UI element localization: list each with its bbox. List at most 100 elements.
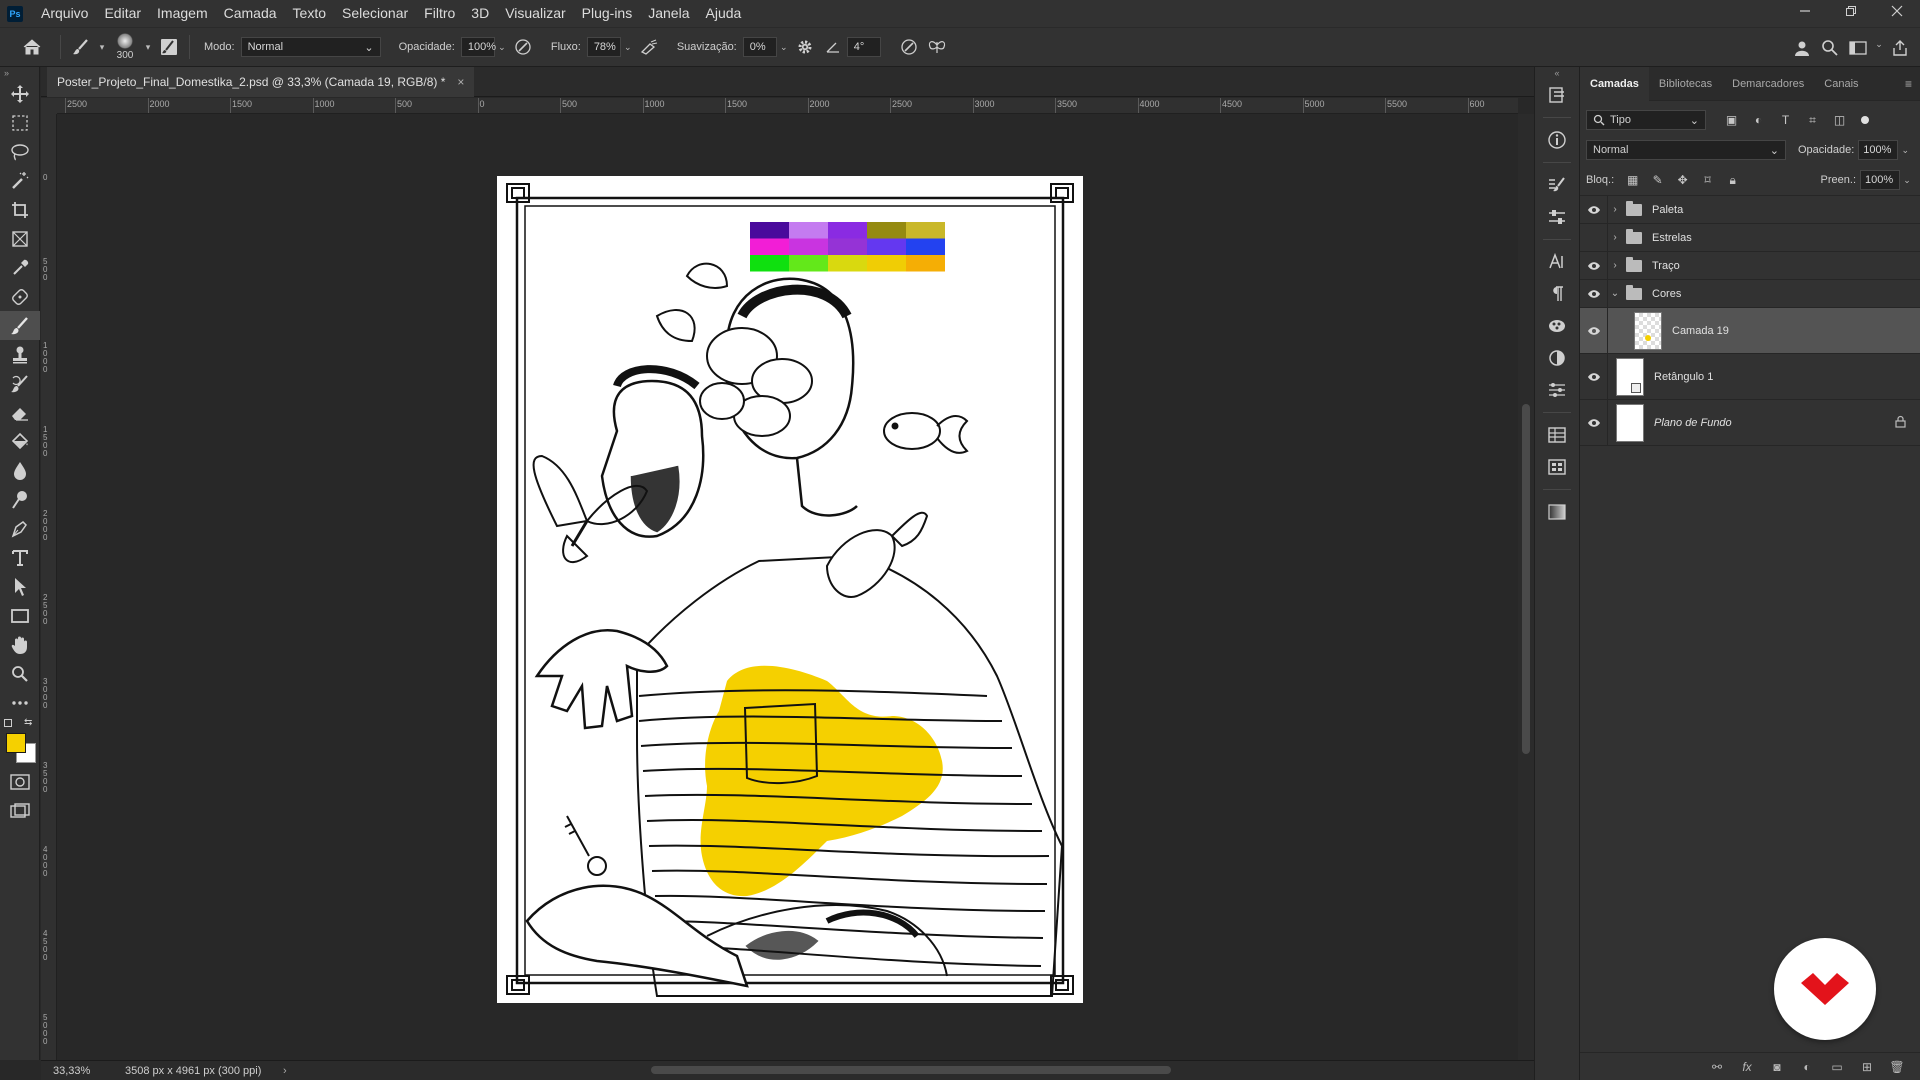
chevron-down-icon[interactable]: ⌄: [1608, 288, 1622, 299]
delete-layer-icon[interactable]: 🗑︎: [1882, 1060, 1912, 1074]
visibility-eye-icon[interactable]: [1580, 280, 1608, 307]
menu-arquivo[interactable]: Arquivo: [33, 0, 96, 27]
filter-toggle-icon[interactable]: [1861, 116, 1869, 124]
eyedropper-tool-icon[interactable]: [0, 253, 40, 282]
character-panel-icon[interactable]: [1535, 246, 1579, 278]
visibility-toggle-off[interactable]: [1580, 224, 1608, 251]
vertical-ruler[interactable]: 0 500 1000 1500 2000 2500 3000 3500 4000 4500 5000: [41, 114, 57, 1060]
menu-camada[interactable]: Camada: [216, 0, 285, 27]
rectangle-tool-icon[interactable]: [0, 601, 40, 630]
menu-selecionar[interactable]: Selecionar: [334, 0, 416, 27]
mode-dropdown[interactable]: Normal ⌄: [240, 37, 381, 57]
opacity-input[interactable]: 100%: [460, 37, 496, 57]
smoothing-input[interactable]: 0%: [742, 37, 777, 57]
chevron-right-icon[interactable]: ›: [1608, 232, 1622, 243]
visibility-eye-icon[interactable]: [1580, 196, 1608, 223]
type-tool-icon[interactable]: [0, 543, 40, 572]
document-tab[interactable]: Poster_Projeto_Final_Domestika_2.psd @ 3…: [47, 67, 475, 97]
close-window-icon[interactable]: [1874, 0, 1920, 22]
layer-row-estrelas[interactable]: › Estrelas: [1580, 224, 1920, 252]
new-layer-icon[interactable]: ⊞: [1852, 1060, 1882, 1074]
lock-artboard-icon[interactable]: ⌑: [1695, 173, 1720, 188]
lasso-tool-icon[interactable]: [0, 137, 40, 166]
paragraph-panel-icon[interactable]: [1535, 278, 1579, 310]
layer-row-traco[interactable]: › Traço: [1580, 252, 1920, 280]
paint-bucket-tool-icon[interactable]: [0, 427, 40, 456]
magic-wand-tool-icon[interactable]: [0, 166, 40, 195]
foreground-color-swatch[interactable]: [6, 733, 26, 753]
layer-filter-dropdown[interactable]: Tipo ⌄: [1586, 110, 1706, 130]
blur-tool-icon[interactable]: [0, 456, 40, 485]
tab-camadas[interactable]: Camadas: [1580, 66, 1649, 101]
lock-image-pixels-icon[interactable]: ✎: [1645, 173, 1670, 188]
hand-tool-icon[interactable]: [0, 630, 40, 659]
new-group-icon[interactable]: ▭: [1822, 1060, 1852, 1074]
filter-type-icon[interactable]: T: [1772, 113, 1799, 128]
menu-janela[interactable]: Janela: [640, 0, 697, 27]
adjustment-layer-icon[interactable]: ◐: [1792, 1060, 1822, 1074]
zoom-tool-icon[interactable]: [0, 659, 40, 688]
properties-panel-icon[interactable]: [1535, 374, 1579, 406]
visibility-eye-icon[interactable]: [1580, 354, 1608, 399]
layers-comps-icon[interactable]: [1535, 419, 1579, 451]
brush-tool-icon[interactable]: [0, 311, 40, 340]
chevron-down-icon[interactable]: ⌄: [621, 37, 635, 57]
brush-settings-icon[interactable]: [1535, 169, 1579, 201]
brush-size-picker[interactable]: 300: [109, 29, 141, 65]
default-colors-icon[interactable]: [4, 719, 12, 727]
adjustments-panel-icon[interactable]: [1535, 342, 1579, 374]
move-tool-icon[interactable]: [0, 79, 40, 108]
filter-shape-icon[interactable]: ⌗: [1799, 113, 1826, 128]
minimize-icon[interactable]: [1782, 0, 1828, 22]
chevron-right-icon[interactable]: ›: [1608, 260, 1622, 271]
status-info-arrow-icon[interactable]: ›: [283, 1065, 303, 1077]
filter-adjustment-icon[interactable]: ◐: [1745, 113, 1772, 128]
more-tools-icon[interactable]: [0, 688, 40, 717]
ruler-corner[interactable]: [41, 98, 57, 114]
layer-row-retangulo-1[interactable]: Retângulo 1: [1580, 354, 1920, 400]
swap-colors-icon[interactable]: ⇆: [24, 717, 32, 728]
close-tab-icon[interactable]: ×: [457, 75, 464, 89]
chevron-down-icon[interactable]: ▾: [95, 37, 109, 57]
menu-filtro[interactable]: Filtro: [416, 0, 463, 27]
menu-3d[interactable]: 3D: [463, 0, 497, 27]
share-user-icon[interactable]: [1788, 34, 1816, 62]
lock-position-icon[interactable]: ✥: [1670, 173, 1695, 188]
lock-all-icon[interactable]: 🔒︎: [1720, 173, 1745, 188]
layer-row-camada-19[interactable]: Camada 19: [1580, 308, 1920, 354]
menu-imagem[interactable]: Imagem: [149, 0, 216, 27]
path-selection-tool-icon[interactable]: [0, 572, 40, 601]
menu-visualizar[interactable]: Visualizar: [497, 0, 573, 27]
history-panel-icon[interactable]: [1535, 79, 1579, 111]
info-panel-icon[interactable]: [1535, 124, 1579, 156]
tab-canais[interactable]: Canais: [1814, 67, 1868, 101]
layer-row-paleta[interactable]: › Paleta: [1580, 196, 1920, 224]
visibility-eye-icon[interactable]: [1580, 308, 1608, 353]
add-mask-icon[interactable]: ◙: [1762, 1060, 1792, 1074]
history-brush-tool-icon[interactable]: [0, 369, 40, 398]
clone-source-icon[interactable]: [1535, 201, 1579, 233]
zoom-level[interactable]: 33,33%: [41, 1065, 103, 1077]
airbrush-icon[interactable]: [635, 33, 663, 61]
pressure-opacity-icon[interactable]: [509, 33, 537, 61]
panel-menu-icon[interactable]: ≡: [1905, 77, 1912, 91]
poster-artboard[interactable]: [497, 176, 1083, 1003]
link-layers-icon[interactable]: ⚯: [1702, 1060, 1732, 1074]
workspace-icon[interactable]: [1844, 34, 1872, 62]
symmetry-butterfly-icon[interactable]: [923, 33, 951, 61]
pressure-size-icon[interactable]: [895, 33, 923, 61]
swatches-panel-icon[interactable]: [1535, 310, 1579, 342]
layer-row-plano-de-fundo[interactable]: Plano de Fundo: [1580, 400, 1920, 446]
horizontal-scroll-thumb[interactable]: [651, 1066, 1171, 1074]
menu-texto[interactable]: Texto: [285, 0, 334, 27]
share-icon[interactable]: [1886, 34, 1914, 62]
crop-tool-icon[interactable]: [0, 195, 40, 224]
eraser-tool-icon[interactable]: [0, 398, 40, 427]
gear-icon[interactable]: [791, 33, 819, 61]
healing-brush-tool-icon[interactable]: [0, 282, 40, 311]
flow-input[interactable]: 78%: [586, 37, 621, 57]
menu-editar[interactable]: Editar: [96, 0, 149, 27]
filter-pixel-icon[interactable]: ▣: [1718, 113, 1745, 128]
blend-mode-dropdown[interactable]: Normal ⌄: [1586, 140, 1786, 160]
chevron-down-icon[interactable]: ⌄: [495, 37, 509, 57]
